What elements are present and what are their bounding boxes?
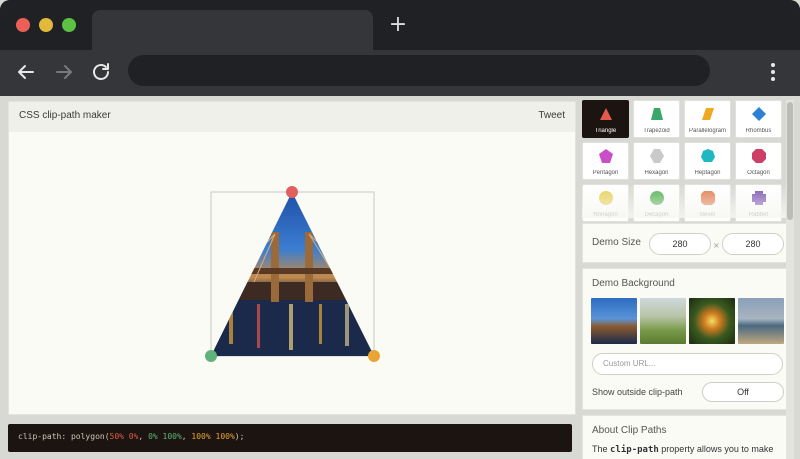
- heptagon-icon: [701, 149, 715, 162]
- maximize-window-button[interactable]: [62, 18, 76, 32]
- nonagon-icon: [599, 191, 613, 205]
- address-bar[interactable]: [128, 55, 710, 86]
- code-output[interactable]: clip-path: polygon(50% 0%, 0% 100%, 100%…: [8, 424, 572, 452]
- shape-trapezoid-button[interactable]: Trapezoid: [633, 100, 680, 138]
- code-sep-2: ,: [181, 432, 192, 441]
- demo-image: [211, 192, 374, 356]
- pentagon-icon: [599, 149, 613, 163]
- about-title: About Clip Paths: [592, 425, 667, 436]
- shape-rhombus-button[interactable]: Rhombus: [735, 100, 782, 138]
- tab-bar: +: [0, 0, 800, 50]
- size-separator: ×: [713, 241, 720, 250]
- browser-window: + CSS clip-path maker Tweet clip-path: p…: [0, 0, 800, 459]
- demo-panel: CSS clip-path maker Tweet: [8, 101, 576, 415]
- shape-label: Heptagon: [694, 170, 721, 176]
- background-thumb-bridge[interactable]: [591, 298, 637, 344]
- shape-pentagon-button[interactable]: Pentagon: [582, 142, 629, 180]
- back-arrow-icon[interactable]: [14, 60, 38, 84]
- shape-label: Rhombus: [745, 128, 772, 134]
- shape-label: Decagon: [644, 212, 669, 218]
- left-handle[interactable]: [205, 350, 217, 362]
- background-thumb-landscape[interactable]: [640, 298, 686, 344]
- code-point-3: 100% 100%: [191, 432, 235, 441]
- forward-arrow-icon[interactable]: [52, 60, 76, 84]
- shape-label: Pentagon: [592, 170, 619, 176]
- clip-path-demo: [205, 186, 380, 362]
- reload-icon[interactable]: [89, 60, 113, 84]
- tweet-link[interactable]: Tweet: [538, 110, 565, 121]
- shape-triangle-button[interactable]: Triangle: [582, 100, 629, 138]
- shape-nonagon-button[interactable]: Nonagon: [582, 184, 629, 222]
- shape-label: Hexagon: [644, 170, 669, 176]
- shape-octagon-button[interactable]: Octagon: [735, 142, 782, 180]
- show-outside-toggle[interactable]: Off: [702, 382, 784, 402]
- shape-rabbet-button[interactable]: Rabbet: [735, 184, 782, 222]
- code-prefix: clip-path: polygon(: [18, 432, 110, 441]
- background-thumb-beach[interactable]: [738, 298, 784, 344]
- background-thumb-sparks[interactable]: [689, 298, 735, 344]
- custom-url-input[interactable]: Custom URL...: [592, 353, 783, 375]
- scrollbar-thumb[interactable]: [787, 102, 793, 220]
- browser-toolbar: [0, 50, 800, 96]
- code-point-2: 0% 100%: [148, 432, 182, 441]
- rhombus-icon: [752, 107, 766, 121]
- demo-size-label: Demo Size: [592, 237, 641, 248]
- browser-tab[interactable]: [92, 10, 373, 50]
- shape-label: Triangle: [594, 128, 617, 134]
- about-panel: About Clip Paths The clip-path property …: [582, 415, 792, 459]
- new-tab-icon[interactable]: +: [388, 14, 408, 36]
- shape-label: Trapezoid: [643, 128, 670, 134]
- about-code-term: clip-path: [610, 445, 659, 455]
- page-content: CSS clip-path maker Tweet clip-path: pol…: [0, 96, 800, 459]
- minimize-window-button[interactable]: [39, 18, 53, 32]
- code-suffix: );: [234, 432, 245, 441]
- bevel-icon: [701, 191, 715, 205]
- shape-label: Bevel: [699, 212, 715, 218]
- code-sep-1: ,: [138, 432, 149, 441]
- shape-label: Octagon: [747, 170, 770, 176]
- octagon-icon: [752, 149, 766, 163]
- page-title: CSS clip-path maker: [19, 110, 111, 121]
- hexagon-icon: [650, 149, 664, 163]
- demo-header: CSS clip-path maker Tweet: [9, 102, 575, 132]
- sidebar-scrollbar[interactable]: [786, 100, 794, 459]
- shape-grid: Triangle Trapezoid Parallelogram Rhombus Pen…: [582, 100, 786, 222]
- show-outside-label: Show outside clip-path: [592, 387, 683, 397]
- demo-background-panel: Demo Background Custom URL... Show outsi…: [582, 268, 792, 410]
- shape-label: Rabbet: [748, 212, 769, 218]
- demo-size-panel: Demo Size 280 × 280: [582, 223, 792, 263]
- shape-bevel-button[interactable]: Bevel: [684, 184, 731, 222]
- shape-label: Parallelogram: [688, 128, 727, 134]
- demo-stage: [9, 132, 577, 416]
- shape-hexagon-button[interactable]: Hexagon: [633, 142, 680, 180]
- demo-height-input[interactable]: 280: [722, 233, 784, 255]
- triangle-icon: [600, 108, 612, 120]
- demo-background-label: Demo Background: [592, 278, 675, 289]
- code-point-1: 50% 0%: [109, 432, 139, 441]
- shape-parallelogram-button[interactable]: Parallelogram: [684, 100, 731, 138]
- shape-label: Nonagon: [593, 212, 618, 218]
- demo-width-input[interactable]: 280: [649, 233, 711, 255]
- sidebar: Triangle Trapezoid Parallelogram Rhombus Pen…: [582, 100, 794, 459]
- about-text: The clip-path property allows you to mak…: [592, 442, 787, 459]
- top-handle[interactable]: [286, 186, 298, 198]
- shape-decagon-button[interactable]: Decagon: [633, 184, 680, 222]
- right-handle[interactable]: [368, 350, 380, 362]
- rabbet-icon: [752, 191, 766, 205]
- parallelogram-icon: [702, 108, 714, 120]
- decagon-icon: [650, 191, 664, 205]
- shape-heptagon-button[interactable]: Heptagon: [684, 142, 731, 180]
- trapezoid-icon: [651, 108, 663, 120]
- browser-menu-icon[interactable]: [766, 60, 780, 84]
- about-text-prefix: The: [592, 444, 611, 454]
- close-window-button[interactable]: [16, 18, 30, 32]
